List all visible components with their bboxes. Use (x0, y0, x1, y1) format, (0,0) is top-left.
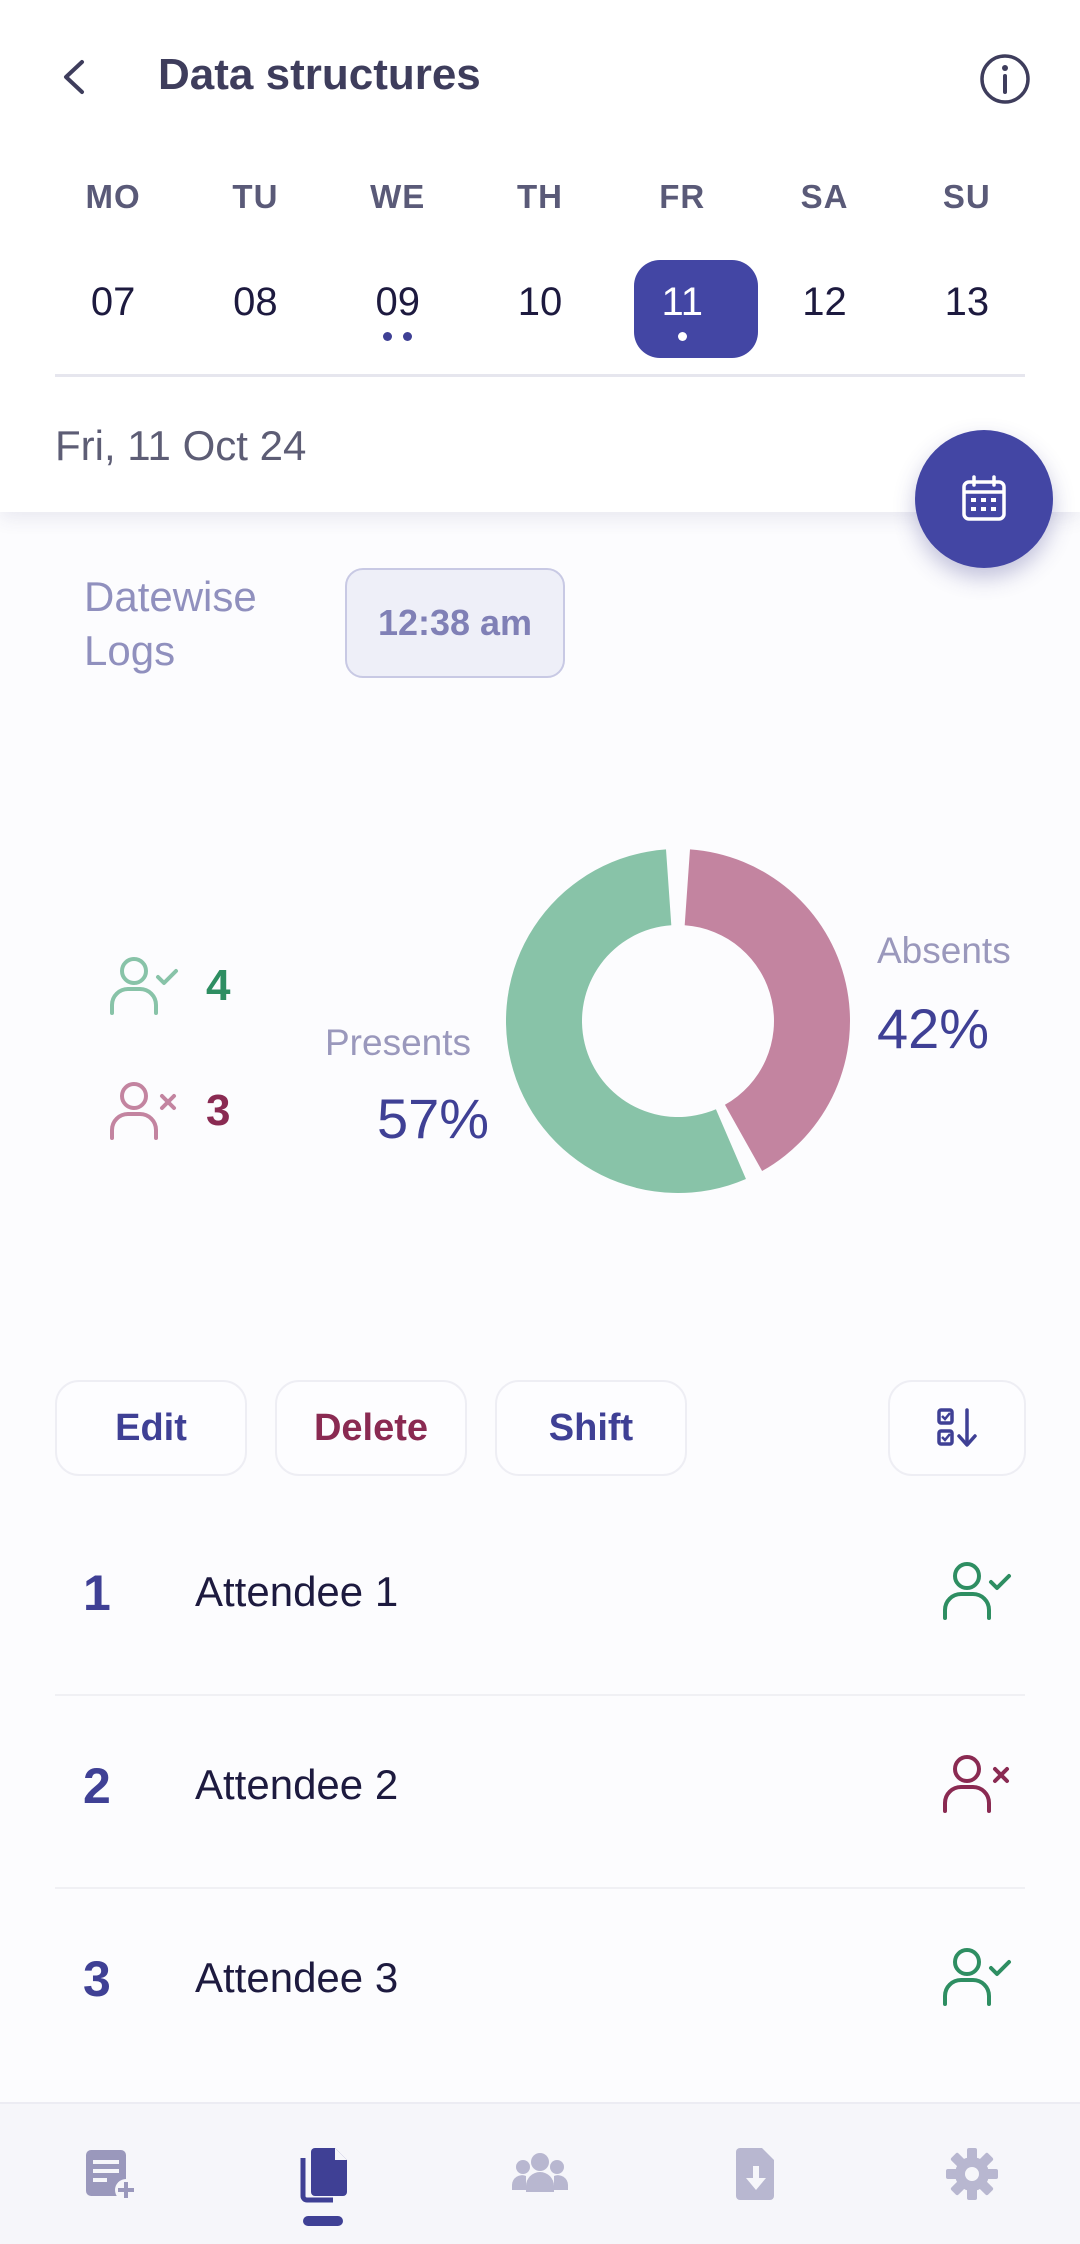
attendee-name: Attendee 3 (195, 1954, 399, 2001)
date-number: 07 (90, 280, 136, 324)
present-count-stat: 4 (108, 955, 230, 1017)
documents-icon[interactable] (293, 2144, 353, 2204)
edit-button[interactable]: Edit (55, 1380, 247, 1476)
absents-percent: 42% (877, 997, 990, 1060)
back-arrow-icon[interactable] (52, 52, 102, 102)
date-cell[interactable]: 13 (896, 258, 1038, 358)
present-status-icon[interactable] (941, 1560, 1013, 1622)
attendee-index: 2 (83, 1758, 111, 1814)
date-number: 11 (661, 280, 704, 324)
date-number: 09 (375, 280, 420, 324)
attendee-row[interactable]: 1 Attendee 1 (55, 1502, 1025, 1694)
presents-legend-label: Presents (325, 1022, 472, 1063)
weekday-label: WE (370, 178, 426, 215)
group-icon[interactable] (510, 2144, 570, 2204)
attendee-index: 1 (83, 1565, 111, 1621)
attendee-index: 3 (83, 1951, 111, 2007)
absent-count: 3 (206, 1086, 231, 1135)
attendance-donut-chart (506, 849, 850, 1193)
date-cell[interactable]: 07 (42, 258, 184, 358)
date-number: 08 (233, 280, 278, 324)
weekday-label: TH (516, 178, 563, 215)
datewise-logs-label: Datewise Logs (84, 570, 257, 678)
log-indicator-dot (677, 332, 687, 341)
shift-button[interactable]: Shift (495, 1380, 687, 1476)
attendee-row[interactable]: 3 Attendee 3 (55, 1888, 1025, 2080)
divider (55, 374, 1025, 377)
page-title: Data structures (158, 50, 481, 99)
attendee-row[interactable]: 2 Attendee 2 (55, 1695, 1025, 1887)
date-cell[interactable]: 09 (327, 258, 469, 358)
weekday-label: FR (659, 178, 706, 215)
user-check-icon (110, 957, 178, 1015)
attendee-name: Attendee 1 (195, 1568, 399, 1615)
date-number: 12 (802, 280, 847, 324)
user-x-icon (110, 1082, 176, 1140)
absent-status-icon[interactable] (941, 1753, 1013, 1815)
date-cell[interactable]: 10 (469, 258, 611, 358)
settings-icon[interactable] (942, 2144, 1002, 2204)
absents-legend-label: Absents (877, 930, 1011, 971)
sort-button[interactable] (888, 1380, 1026, 1476)
weekday-row: MO TU WE TH FR SA SU (42, 178, 1038, 216)
logs-label-line1: Datewise (84, 573, 257, 620)
date-cell-selected[interactable]: 11 (611, 258, 759, 358)
weekday-label: SA (800, 178, 849, 215)
attendee-name: Attendee 2 (195, 1761, 399, 1808)
add-note-icon[interactable] (80, 2144, 140, 2204)
date-cell[interactable]: 12 (753, 258, 895, 358)
calendar-button[interactable] (915, 430, 1053, 568)
info-icon[interactable] (978, 52, 1032, 106)
delete-button[interactable]: Delete (275, 1380, 467, 1476)
present-status-icon[interactable] (941, 1946, 1013, 2008)
logs-label-line2: Logs (84, 627, 176, 674)
date-number: 13 (944, 280, 990, 324)
time-chip[interactable]: 12:38 am (345, 568, 565, 678)
date-cell[interactable]: 08 (184, 258, 326, 358)
sort-icon (937, 1408, 977, 1447)
selected-date-label: Fri, 11 Oct 24 (55, 422, 307, 469)
bottom-navigation (0, 2102, 1080, 2244)
presents-percent: 57% (377, 1087, 490, 1150)
download-file-icon[interactable] (726, 2144, 786, 2204)
weekday-label: SU (942, 178, 991, 215)
absent-count-stat: 3 (108, 1080, 230, 1142)
top-panel: Data structures MO TU WE TH FR SA SU 07 0… (0, 0, 1080, 512)
date-number: 10 (517, 280, 563, 324)
date-row: 07 08 09 10 11 12 13 (42, 258, 1038, 358)
calendar-icon (962, 475, 1006, 521)
present-count: 4 (206, 961, 231, 1010)
weekday-label: MO (85, 178, 141, 215)
active-tab-indicator (303, 2216, 343, 2226)
weekday-label: TU (232, 178, 279, 215)
